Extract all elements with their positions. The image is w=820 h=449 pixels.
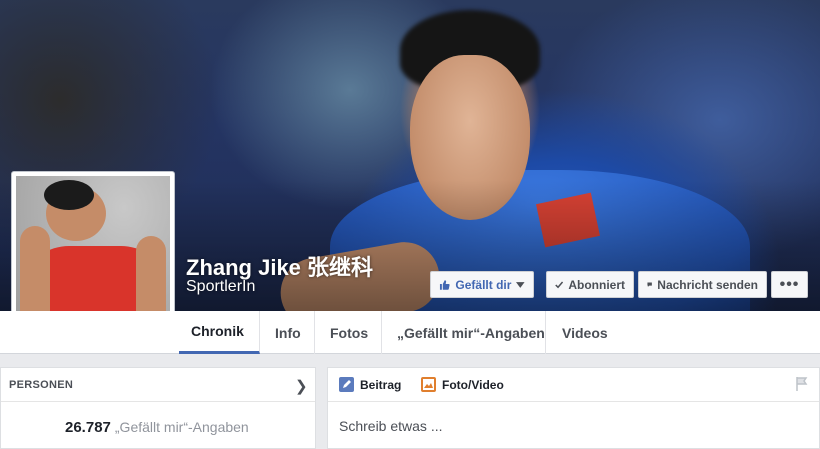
page-category[interactable]: SportlerIn (186, 278, 255, 296)
likes-stat[interactable]: 26.787 „Gefällt mir“-Angaben (65, 419, 249, 436)
follow-button[interactable]: Abonniert (546, 271, 634, 298)
tab-likes[interactable]: „Gefällt mir“-Angaben (382, 311, 546, 354)
tab-likes-label: „Gefällt mir“-Angaben (397, 324, 545, 341)
chevron-right-icon[interactable]: ❯ (295, 377, 308, 395)
likes-count: 26.787 (65, 419, 111, 436)
photo-icon (421, 377, 436, 392)
tab-info[interactable]: Info (260, 311, 315, 354)
follow-button-label: Abonniert (568, 277, 625, 292)
tab-videos[interactable]: Videos (546, 311, 626, 354)
tab-info-label: Info (275, 324, 301, 341)
people-card: PERSONEN ❯ 26.787 „Gefällt mir“-Angaben (0, 367, 316, 449)
likes-label: „Gefällt mir“-Angaben (114, 419, 249, 435)
caret-down-icon (516, 281, 525, 288)
post-composer: Beitrag Foto/Video Schreib etwas ... (327, 367, 820, 449)
people-card-title: PERSONEN (9, 378, 74, 391)
tab-videos-label: Videos (562, 324, 608, 341)
send-message-button[interactable]: Nachricht senden (638, 271, 767, 298)
send-message-button-label: Nachricht senden (657, 277, 758, 292)
checkmark-icon (555, 280, 564, 288)
composer-tab-post-label: Beitrag (360, 377, 402, 392)
composer-tabs: Beitrag Foto/Video (328, 368, 819, 402)
page-tab-bar: Chronik Info Fotos „Gefällt mir“-Angaben… (0, 311, 820, 354)
flag-icon[interactable] (796, 377, 808, 391)
composer-tab-photo-label: Foto/Video (442, 377, 504, 392)
pencil-icon (339, 377, 354, 392)
composer-tab-photo[interactable]: Foto/Video (421, 377, 504, 392)
tab-fotos[interactable]: Fotos (315, 311, 382, 354)
like-button-label: Gefällt dir (455, 277, 512, 292)
composer-input[interactable]: Schreib etwas ... (339, 418, 443, 434)
composer-tab-post[interactable]: Beitrag (339, 377, 401, 392)
more-dots-icon: ••• (779, 275, 800, 293)
message-bubble-icon (647, 282, 652, 287)
thumbs-up-icon (439, 279, 450, 290)
people-card-header[interactable]: PERSONEN (1, 368, 315, 402)
tab-chronik[interactable]: Chronik (179, 311, 260, 354)
like-button[interactable]: Gefällt dir (430, 271, 534, 298)
tab-chronik-label: Chronik (191, 323, 244, 339)
profile-figure-hair (44, 180, 94, 210)
tab-fotos-label: Fotos (330, 324, 369, 341)
more-options-button[interactable]: ••• (771, 271, 808, 298)
